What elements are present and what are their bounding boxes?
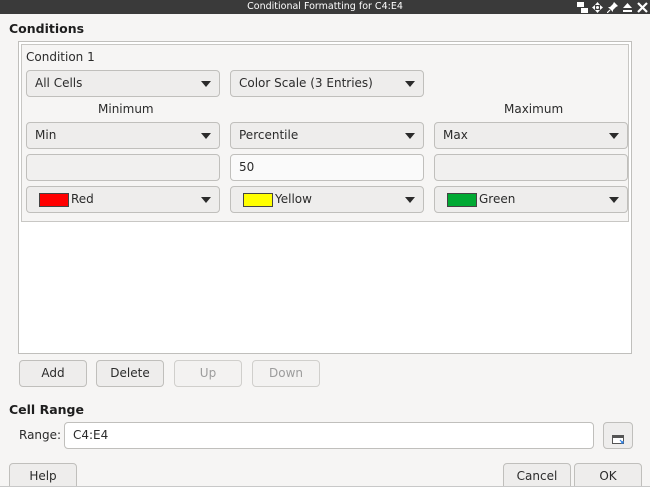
min-value-field[interactable] — [26, 154, 220, 181]
shade-icon[interactable] — [621, 1, 633, 13]
chevron-down-icon — [609, 197, 619, 203]
spreadsheet-background — [0, 486, 650, 500]
mid-type-value: Percentile — [239, 128, 299, 142]
color-swatch — [243, 193, 273, 207]
title-bar: Conditional Formatting for C4:E4 — [0, 0, 650, 14]
chevron-down-icon — [609, 133, 619, 139]
chevron-down-icon — [201, 133, 211, 139]
min-type-value: Min — [35, 128, 57, 142]
chevron-down-icon — [201, 197, 211, 203]
delete-button[interactable]: Delete — [96, 360, 164, 387]
apply-to-value: All Cells — [35, 76, 83, 90]
pin-icon[interactable] — [606, 1, 618, 13]
min-color-name: Red — [71, 192, 94, 206]
conditional-formatting-dialog: Conditional Formatting for C4:E4 Conditi… — [0, 0, 650, 500]
mid-color-name: Yellow — [275, 192, 312, 206]
cell-range-heading: Cell Range — [9, 402, 84, 417]
close-icon[interactable] — [636, 1, 648, 13]
range-input[interactable]: C4:E4 — [64, 422, 594, 449]
window-list-icon[interactable] — [576, 1, 588, 13]
min-color-dropdown[interactable]: Red — [26, 186, 220, 213]
add-button[interactable]: Add — [19, 360, 87, 387]
range-label: Range: — [19, 428, 62, 442]
chevron-down-icon — [405, 197, 415, 203]
mid-value-field[interactable]: 50 — [230, 154, 424, 181]
max-type-value: Max — [443, 128, 468, 142]
mid-type-dropdown[interactable]: Percentile — [230, 122, 424, 149]
max-type-dropdown[interactable]: Max — [434, 122, 628, 149]
conditions-heading: Conditions — [9, 21, 85, 36]
shrink-range-button[interactable] — [603, 422, 633, 449]
max-value-field[interactable] — [434, 154, 628, 181]
color-swatch — [447, 193, 477, 207]
shrink-icon — [612, 430, 624, 455]
chevron-down-icon — [405, 81, 415, 87]
conditions-list[interactable]: Condition 1 All Cells Color Scale (3 Ent… — [18, 41, 632, 354]
condition-type-dropdown[interactable]: Color Scale (3 Entries) — [230, 70, 424, 97]
max-color-dropdown[interactable]: Green — [434, 186, 628, 213]
min-type-dropdown[interactable]: Min — [26, 122, 220, 149]
color-swatch — [39, 193, 69, 207]
chevron-down-icon — [201, 81, 211, 87]
window-title: Conditional Formatting for C4:E4 — [247, 1, 403, 12]
apply-to-dropdown[interactable]: All Cells — [26, 70, 220, 97]
minimum-label: Minimum — [98, 102, 154, 116]
chevron-down-icon — [405, 133, 415, 139]
condition-label: Condition 1 — [26, 50, 95, 64]
condition-type-value: Color Scale (3 Entries) — [239, 76, 373, 90]
max-color-name: Green — [479, 192, 516, 206]
down-button[interactable]: Down — [252, 360, 320, 387]
up-button[interactable]: Up — [174, 360, 242, 387]
move-icon[interactable] — [591, 1, 603, 13]
condition-entry[interactable]: Condition 1 All Cells Color Scale (3 Ent… — [21, 44, 629, 222]
mid-color-dropdown[interactable]: Yellow — [230, 186, 424, 213]
maximum-label: Maximum — [504, 102, 564, 116]
